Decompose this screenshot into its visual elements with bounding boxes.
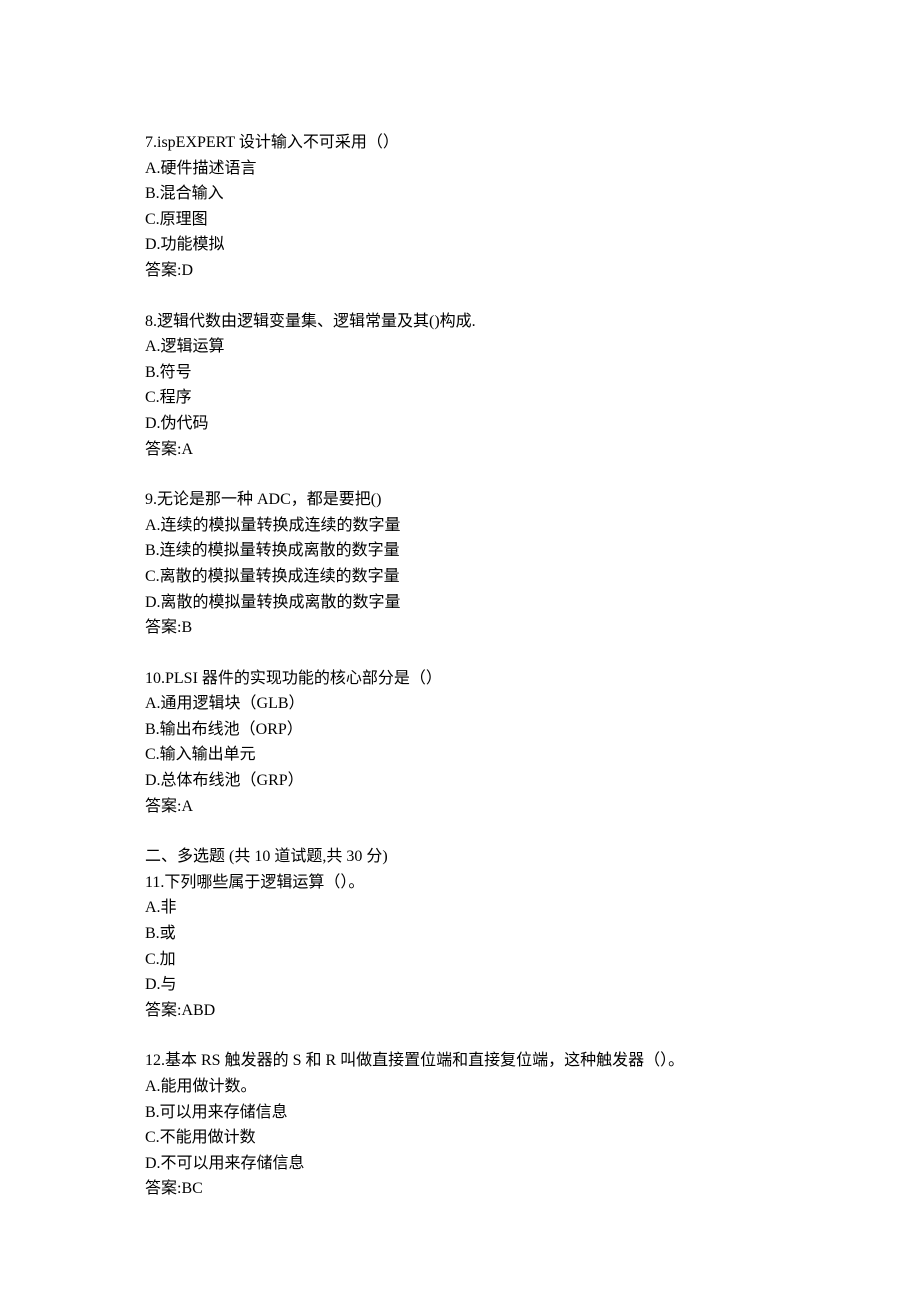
question-9: 9.无论是那一种 ADC，都是要把() A.连续的模拟量转换成连续的数字量 B.… [145,487,775,641]
question-stem: 9.无论是那一种 ADC，都是要把() [145,487,775,513]
question-stem: 12.基本 RS 触发器的 S 和 R 叫做直接置位端和直接复位端，这种触发器（… [145,1048,775,1074]
question-option: D.离散的模拟量转换成离散的数字量 [145,590,775,616]
question-answer: 答案:ABD [145,998,775,1024]
document-page: 7.ispEXPERT 设计输入不可采用（） A.硬件描述语言 B.混合输入 C… [0,0,920,1287]
question-option: C.程序 [145,385,775,411]
question-8: 8.逻辑代数由逻辑变量集、逻辑常量及其()构成. A.逻辑运算 B.符号 C.程… [145,309,775,463]
question-option: B.符号 [145,360,775,386]
question-7: 7.ispEXPERT 设计输入不可采用（） A.硬件描述语言 B.混合输入 C… [145,130,775,284]
question-option: D.功能模拟 [145,232,775,258]
question-option: A.连续的模拟量转换成连续的数字量 [145,513,775,539]
question-answer: 答案:B [145,615,775,641]
question-option: D.与 [145,972,775,998]
question-option: A.非 [145,895,775,921]
question-option: C.输入输出单元 [145,742,775,768]
question-option: D.不可以用来存储信息 [145,1151,775,1177]
question-option: B.连续的模拟量转换成离散的数字量 [145,538,775,564]
question-option: B.混合输入 [145,181,775,207]
question-option: C.加 [145,947,775,973]
question-option: A.通用逻辑块（GLB） [145,691,775,717]
question-option: C.离散的模拟量转换成连续的数字量 [145,564,775,590]
question-answer: 答案:D [145,258,775,284]
section-title: 二、多选题 (共 10 道试题,共 30 分) [145,844,775,870]
question-12: 12.基本 RS 触发器的 S 和 R 叫做直接置位端和直接复位端，这种触发器（… [145,1048,775,1202]
question-option: A.能用做计数。 [145,1074,775,1100]
question-option: A.硬件描述语言 [145,156,775,182]
question-option: B.或 [145,921,775,947]
question-answer: 答案:A [145,437,775,463]
question-option: B.可以用来存储信息 [145,1100,775,1126]
question-option: A.逻辑运算 [145,334,775,360]
question-answer: 答案:A [145,794,775,820]
question-option: D.伪代码 [145,411,775,437]
question-option: D.总体布线池（GRP） [145,768,775,794]
question-option: B.输出布线池（ORP） [145,717,775,743]
question-10: 10.PLSI 器件的实现功能的核心部分是（） A.通用逻辑块（GLB） B.输… [145,666,775,820]
question-answer: 答案:BC [145,1176,775,1202]
question-option: C.不能用做计数 [145,1125,775,1151]
question-stem: 8.逻辑代数由逻辑变量集、逻辑常量及其()构成. [145,309,775,335]
question-stem: 10.PLSI 器件的实现功能的核心部分是（） [145,666,775,692]
question-option: C.原理图 [145,207,775,233]
question-stem: 11.下列哪些属于逻辑运算（）。 [145,870,775,896]
question-11: 11.下列哪些属于逻辑运算（）。 A.非 B.或 C.加 D.与 答案:ABD [145,870,775,1024]
question-stem: 7.ispEXPERT 设计输入不可采用（） [145,130,775,156]
section-header: 二、多选题 (共 10 道试题,共 30 分) [145,844,775,870]
